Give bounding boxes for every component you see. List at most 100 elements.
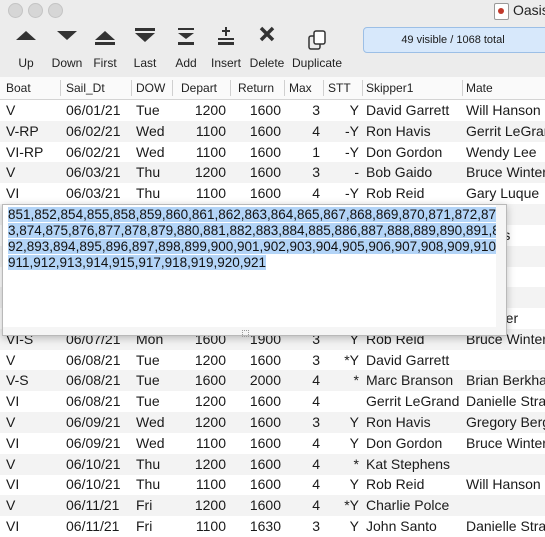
cell-dow[interactable]: Tue: [136, 393, 170, 409]
cell-skipper1[interactable]: Charlie Polce: [366, 497, 460, 513]
cell-mate[interactable]: Bruce Winter: [466, 435, 545, 451]
cell-boat[interactable]: V: [6, 456, 58, 472]
cell-return[interactable]: 1600: [232, 352, 281, 368]
cell-mate[interactable]: Wendy Lee: [466, 144, 545, 160]
cell-depart[interactable]: 1200: [176, 164, 226, 180]
cell-return[interactable]: 1600: [232, 164, 281, 180]
cell-return[interactable]: 1600: [232, 414, 281, 430]
cell-mate[interactable]: Will Hanson: [466, 476, 545, 492]
cell-return[interactable]: 1600: [232, 185, 281, 201]
cell-stt[interactable]: -Y: [325, 144, 359, 160]
cell-mate[interactable]: Danielle Strat: [466, 393, 545, 409]
cell-mate[interactable]: Bruce Winter: [466, 164, 545, 180]
cell-dow[interactable]: Wed: [136, 123, 170, 139]
cell-depart[interactable]: 1200: [176, 414, 226, 430]
insert-button[interactable]: Insert: [207, 22, 245, 77]
cell-sail-dt[interactable]: 06/11/21: [66, 497, 128, 513]
column-header-return[interactable]: Return: [238, 81, 274, 95]
table-row[interactable]: V 06/11/21 Fri 1200 1600 4 *Y Charlie Polce: [0, 495, 545, 517]
cell-sail-dt[interactable]: 06/10/21: [66, 476, 128, 492]
table-row[interactable]: V 06/01/21 Tue 1200 1600 3 Y David Garrett Will …: [0, 100, 545, 121]
cell-skipper1[interactable]: Don Gordon: [366, 144, 460, 160]
minimize-window-button[interactable]: [28, 3, 43, 18]
cell-skipper1[interactable]: John Santo: [366, 518, 460, 534]
cell-boat[interactable]: VI: [6, 185, 58, 201]
column-header-skipper1[interactable]: Skipper1: [366, 81, 413, 95]
cell-boat[interactable]: VI-RP: [6, 144, 58, 160]
column-header-stt[interactable]: STT: [328, 81, 351, 95]
cell-skipper1[interactable]: Kat Stephens: [366, 456, 460, 472]
cell-sail-dt[interactable]: 06/03/21: [66, 164, 128, 180]
cell-dow[interactable]: Thu: [136, 185, 170, 201]
cell-dow[interactable]: Fri: [136, 518, 170, 534]
cell-dow[interactable]: Thu: [136, 476, 170, 492]
column-header-depart[interactable]: Depart: [181, 81, 217, 95]
delete-button[interactable]: Delete: [248, 22, 286, 77]
resize-handle[interactable]: [242, 330, 249, 337]
cell-skipper1[interactable]: David Garrett: [366, 102, 460, 118]
table-row[interactable]: VI 06/11/21 Fri 1100 1630 3 Y John Santo Daniell…: [0, 516, 545, 537]
field-editor-popup[interactable]: 851,852,854,855,858,859,860,861,862,863,…: [2, 204, 507, 336]
cell-dow[interactable]: Tue: [136, 352, 170, 368]
cell-max[interactable]: 3: [286, 352, 320, 368]
cell-boat[interactable]: V: [6, 352, 58, 368]
table-row[interactable]: V 06/10/21 Thu 1200 1600 4 * Kat Stephens: [0, 453, 545, 475]
add-button[interactable]: Add: [170, 22, 202, 77]
cell-sail-dt[interactable]: 06/10/21: [66, 456, 128, 472]
cell-mate[interactable]: Brian Berkhard: [466, 372, 545, 388]
cell-boat[interactable]: VI: [6, 435, 58, 451]
cell-sail-dt[interactable]: 06/08/21: [66, 372, 128, 388]
cell-max[interactable]: 4: [286, 393, 320, 409]
cell-stt[interactable]: -Y: [325, 185, 359, 201]
cell-mate[interactable]: Will Hanson: [466, 102, 545, 118]
cell-depart[interactable]: 1100: [176, 518, 226, 534]
cell-return[interactable]: 1600: [232, 393, 281, 409]
cell-sail-dt[interactable]: 06/08/21: [66, 393, 128, 409]
cell-depart[interactable]: 1200: [176, 352, 226, 368]
column-header-max[interactable]: Max: [289, 81, 312, 95]
cell-depart[interactable]: 1100: [176, 185, 226, 201]
cell-return[interactable]: 2000: [232, 372, 281, 388]
column-header-dow[interactable]: DOW: [136, 81, 165, 95]
cell-return[interactable]: 1600: [232, 123, 281, 139]
cell-skipper1[interactable]: David Garrett: [366, 352, 460, 368]
cell-boat[interactable]: V-RP: [6, 123, 58, 139]
cell-skipper1[interactable]: Rob Reid: [366, 185, 460, 201]
column-header-sail-dt[interactable]: Sail_Dt: [66, 81, 105, 95]
cell-sail-dt[interactable]: 06/09/21: [66, 414, 128, 430]
cell-stt[interactable]: Y: [325, 518, 359, 534]
cell-mate[interactable]: Gary Luque: [466, 185, 545, 201]
cell-max[interactable]: 4: [286, 456, 320, 472]
cell-max[interactable]: 4: [286, 435, 320, 451]
duplicate-button[interactable]: Duplicate: [290, 22, 344, 77]
cell-stt[interactable]: -: [325, 164, 359, 180]
cell-max[interactable]: 3: [286, 518, 320, 534]
cell-depart[interactable]: 1200: [176, 456, 226, 472]
cell-boat[interactable]: VI: [6, 518, 58, 534]
cell-sail-dt[interactable]: 06/02/21: [66, 123, 128, 139]
column-header-boat[interactable]: Boat: [6, 81, 31, 95]
cell-skipper1[interactable]: Don Gordon: [366, 435, 460, 451]
column-header-mate[interactable]: Mate: [466, 81, 493, 95]
cell-return[interactable]: 1600: [232, 476, 281, 492]
cell-skipper1[interactable]: Ron Havis: [366, 414, 460, 430]
table-row[interactable]: V 06/08/21 Tue 1200 1600 3 *Y David Garrett: [0, 350, 545, 371]
cell-max[interactable]: 4: [286, 123, 320, 139]
cell-stt[interactable]: Y: [325, 102, 359, 118]
cell-stt[interactable]: *: [325, 456, 359, 472]
cell-return[interactable]: 1600: [232, 435, 281, 451]
cell-stt[interactable]: *: [325, 372, 359, 388]
cell-stt[interactable]: Y: [325, 435, 359, 451]
cell-max[interactable]: 3: [286, 414, 320, 430]
table-row[interactable]: VI 06/09/21 Wed 1100 1600 4 Y Don Gordon Bruce W…: [0, 433, 545, 454]
cell-boat[interactable]: VI: [6, 476, 58, 492]
cell-max[interactable]: 4: [286, 372, 320, 388]
cell-boat[interactable]: V-S: [6, 372, 58, 388]
cell-boat[interactable]: V: [6, 164, 58, 180]
cell-return[interactable]: 1600: [232, 456, 281, 472]
cell-dow[interactable]: Thu: [136, 456, 170, 472]
cell-return[interactable]: 1600: [232, 144, 281, 160]
cell-depart[interactable]: 1100: [176, 144, 226, 160]
cell-return[interactable]: 1630: [232, 518, 281, 534]
cell-depart[interactable]: 1600: [176, 372, 226, 388]
